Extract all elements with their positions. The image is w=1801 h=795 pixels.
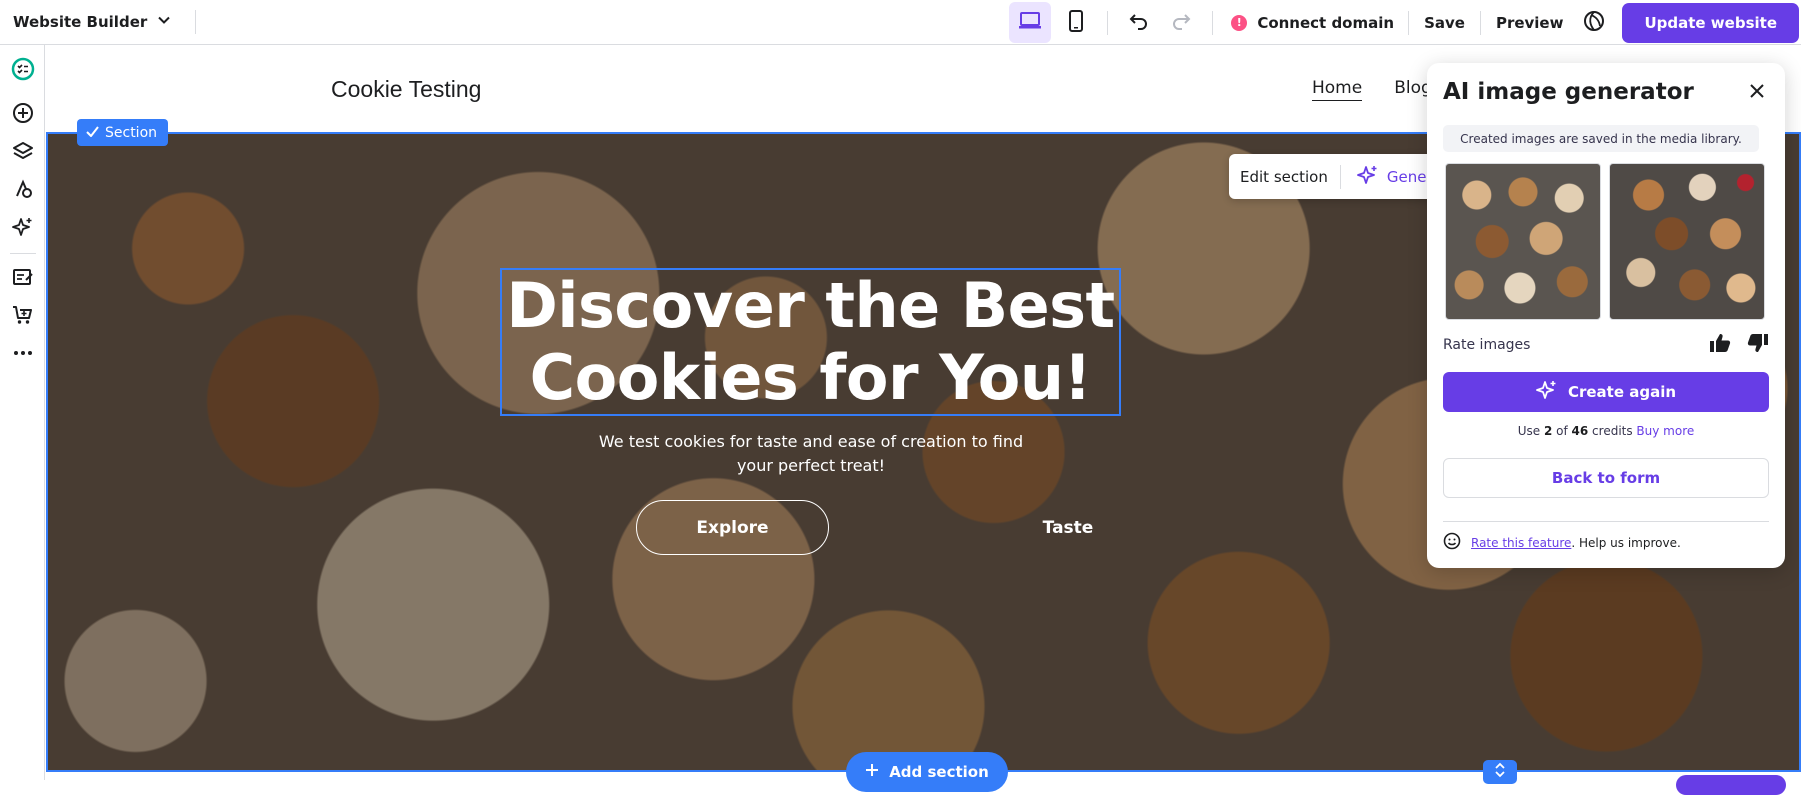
headline-line-1: Discover the Best xyxy=(506,269,1115,342)
divider xyxy=(195,10,197,34)
create-again-label: Create again xyxy=(1567,383,1677,401)
section-tag[interactable]: Section xyxy=(77,119,169,146)
section-edit-toolbar: Edit section Generate xyxy=(1229,154,1459,199)
connect-domain-label: Connect domain xyxy=(1257,13,1395,32)
plus-icon xyxy=(865,763,879,781)
redo-icon xyxy=(1171,12,1191,34)
rate-images-row: Rate images xyxy=(1443,333,1769,357)
help-text: . Help us improve. xyxy=(1571,535,1681,550)
mobile-icon xyxy=(1068,9,1084,36)
reorder-section-button[interactable] xyxy=(1483,760,1517,784)
divider xyxy=(10,253,36,254)
explore-button[interactable]: Explore xyxy=(636,500,829,555)
styles-button[interactable] xyxy=(11,179,35,203)
divider xyxy=(1479,10,1481,35)
buy-more-link[interactable]: Buy more xyxy=(1636,424,1694,438)
more-dots-icon xyxy=(12,342,34,368)
connect-domain-button[interactable]: ! Connect domain xyxy=(1223,14,1406,32)
layers-button[interactable] xyxy=(11,141,35,165)
close-icon xyxy=(1749,83,1765,103)
desktop-icon xyxy=(1018,11,1042,35)
app-name: Website Builder xyxy=(13,13,148,31)
generated-image-2[interactable] xyxy=(1609,163,1765,320)
blog-button[interactable] xyxy=(11,267,35,291)
arrows-updown-icon xyxy=(1494,762,1506,782)
layers-icon xyxy=(12,140,34,166)
rate-feature-link[interactable]: Rate this feature xyxy=(1471,536,1571,550)
edit-section-button[interactable]: Edit section xyxy=(1229,164,1341,189)
preview-button[interactable]: Preview xyxy=(1483,14,1577,32)
panel-title: AI image generator xyxy=(1443,79,1694,105)
nav-item-home[interactable]: Home xyxy=(1312,78,1363,101)
headline-line-2: Cookies for You! xyxy=(529,341,1092,414)
undo-button[interactable] xyxy=(1118,2,1160,43)
site-title[interactable]: Cookie Testing xyxy=(331,76,481,103)
credits-suffix: credits xyxy=(1588,424,1637,438)
credits-of: of xyxy=(1552,424,1572,438)
divider xyxy=(1107,10,1109,35)
create-again-button[interactable]: Create again xyxy=(1443,372,1769,412)
sparkle-icon xyxy=(1356,164,1379,190)
media-library-note: Created images are saved in the media li… xyxy=(1443,125,1759,152)
edit-doc-icon xyxy=(12,266,34,292)
credits-prefix: Use xyxy=(1517,424,1544,438)
checklist-button[interactable] xyxy=(11,57,35,85)
undo-icon xyxy=(1129,12,1149,34)
globe-icon xyxy=(1583,10,1605,36)
top-bar: Website Builder ! Connect domain Save Pr… xyxy=(0,0,1801,45)
feedback-row: Rate this feature. Help us improve. xyxy=(1443,532,1681,553)
chevron-down-icon xyxy=(157,13,171,31)
store-button[interactable] xyxy=(11,305,35,329)
add-circle-icon xyxy=(12,102,34,128)
redo-button[interactable] xyxy=(1160,2,1202,43)
divider xyxy=(1443,521,1769,522)
website-builder-menu[interactable]: Website Builder xyxy=(0,0,171,44)
taste-button[interactable]: Taste xyxy=(1008,500,1128,555)
sparkle-icon xyxy=(1536,379,1558,405)
back-to-form-button[interactable]: Back to form xyxy=(1443,458,1769,498)
palette-icon xyxy=(12,178,34,204)
hero-headline: Discover the Best Cookies for You! xyxy=(506,269,1115,414)
credits-total: 46 xyxy=(1571,424,1589,438)
divider xyxy=(1408,10,1410,35)
checkmark-icon xyxy=(86,125,99,141)
warning-icon: ! xyxy=(1231,14,1248,31)
save-button[interactable]: Save xyxy=(1411,14,1478,32)
left-sidebar xyxy=(0,45,45,780)
language-button[interactable] xyxy=(1576,2,1612,43)
desktop-view-button[interactable] xyxy=(1009,2,1052,43)
headline-box[interactable]: Discover the Best Cookies for You! xyxy=(500,268,1121,416)
credits-info: Use 2 of 46 credits Buy more xyxy=(1427,424,1785,438)
ai-tools-button[interactable] xyxy=(11,217,35,241)
divider xyxy=(1212,10,1214,35)
cart-icon xyxy=(12,304,34,330)
mobile-view-button[interactable] xyxy=(1055,2,1097,43)
close-button[interactable] xyxy=(1743,79,1771,107)
hero-subtext[interactable]: We test cookies for taste and ease of cr… xyxy=(598,430,1024,478)
help-chat-button[interactable] xyxy=(1676,775,1786,795)
sparkle-icon xyxy=(12,216,34,242)
add-section-button[interactable]: Add section xyxy=(846,752,1008,792)
thumbs-up-icon[interactable] xyxy=(1709,333,1731,357)
smiley-icon xyxy=(1443,532,1461,553)
thumbs-down-icon[interactable] xyxy=(1747,333,1769,357)
ai-image-generator-panel: AI image generator Created images are sa… xyxy=(1427,63,1785,568)
checklist-icon xyxy=(11,57,35,85)
generated-image-1[interactable] xyxy=(1445,163,1601,320)
add-section-label: Add section xyxy=(889,763,989,781)
rate-images-label: Rate images xyxy=(1443,337,1531,353)
update-website-button[interactable]: Update website xyxy=(1622,2,1799,43)
add-element-button[interactable] xyxy=(11,103,35,127)
section-tag-label: Section xyxy=(105,124,158,141)
more-button[interactable] xyxy=(11,343,35,367)
site-nav: Home Blog xyxy=(1312,78,1432,101)
